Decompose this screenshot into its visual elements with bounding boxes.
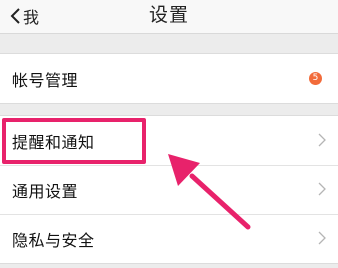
settings-item-general[interactable]: 通用设置 <box>0 165 338 214</box>
notification-badge: 5 <box>309 72 322 85</box>
settings-group: 提醒和通知 通用设置 隐私与安全 <box>0 115 338 264</box>
settings-item-privacy[interactable]: 隐私与安全 <box>0 214 338 263</box>
account-group: 帐号管理 5 <box>0 53 338 104</box>
page-title: 设置 <box>148 4 189 26</box>
settings-item-label: 帐号管理 <box>12 70 79 90</box>
settings-item-label: 隐私与安全 <box>12 230 95 250</box>
navigation-bar: 我 设置 <box>0 0 338 34</box>
chevron-right-icon <box>318 182 326 196</box>
settings-item-label: 通用设置 <box>12 181 79 201</box>
settings-item-notifications[interactable]: 提醒和通知 <box>0 116 338 165</box>
chevron-right-icon <box>318 133 326 147</box>
settings-item-label: 提醒和通知 <box>12 132 95 152</box>
settings-screen: 我 设置 帐号管理 5 提醒和通知 通用设置 隐私与安全 <box>0 0 338 268</box>
chevron-right-icon <box>318 231 326 245</box>
settings-item-account[interactable]: 帐号管理 5 <box>0 54 338 103</box>
